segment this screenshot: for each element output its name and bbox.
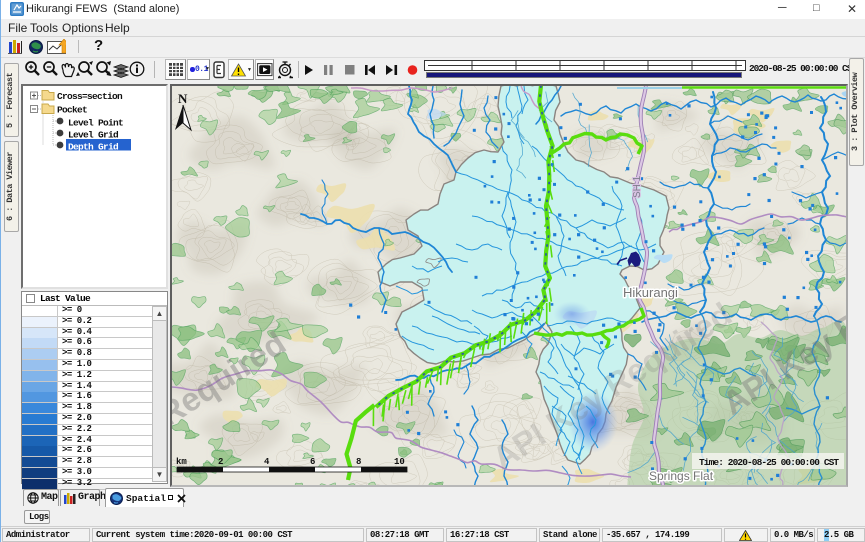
- svg-text:4: 4: [264, 457, 270, 467]
- svg-text:10: 10: [394, 457, 405, 467]
- svg-text:Level Point: Level Point: [68, 118, 123, 129]
- svg-text:Time: 2020-08-25 00:00:00 CST: Time: 2020-08-25 00:00:00 CST: [699, 457, 839, 468]
- svg-text:Depth Grid: Depth Grid: [68, 142, 119, 153]
- svg-text:2: 2: [218, 457, 223, 467]
- svg-text:SH 1: SH 1: [632, 175, 643, 198]
- svg-text:Level Grid: Level Grid: [68, 130, 119, 141]
- svg-text:km: km: [176, 457, 187, 467]
- svg-text:8: 8: [356, 457, 361, 467]
- svg-text:Hikurangi: Hikurangi: [623, 285, 678, 300]
- svg-text:Springs Flat: Springs Flat: [649, 469, 714, 483]
- svg-text:Cross=section: Cross=section: [57, 91, 123, 102]
- svg-text:6: 6: [310, 457, 315, 467]
- svg-text:N: N: [178, 91, 188, 106]
- svg-text:Pocket: Pocket: [57, 105, 87, 116]
